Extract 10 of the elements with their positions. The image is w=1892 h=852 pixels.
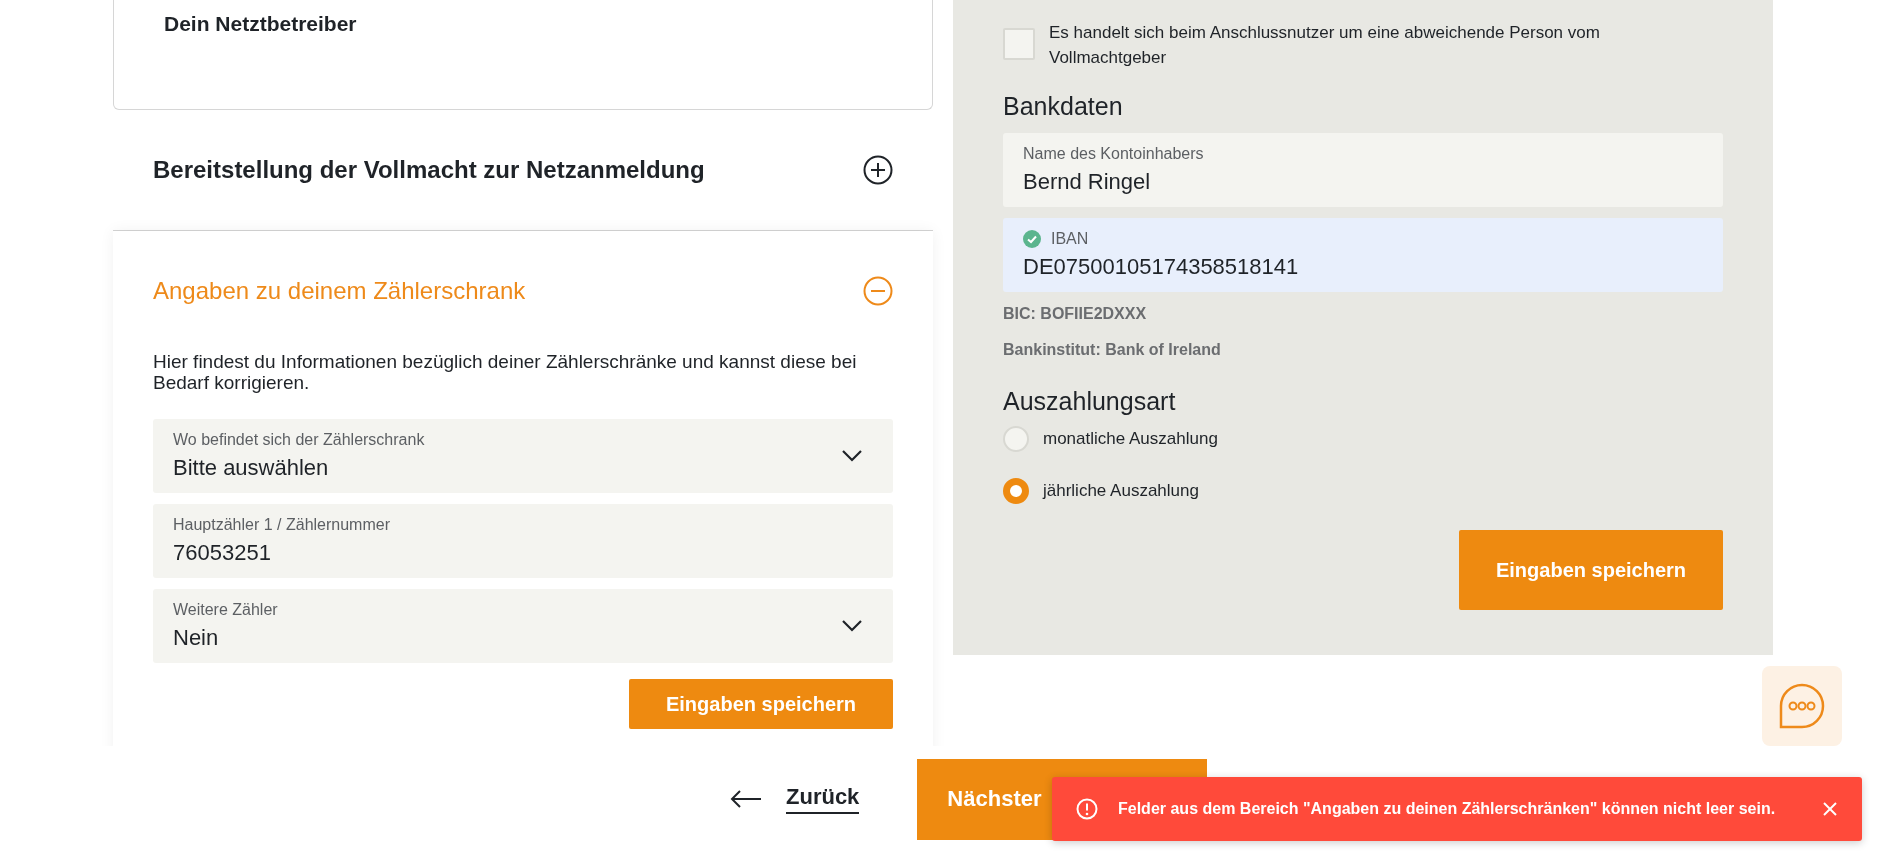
section-heading: Auszahlungsart — [1003, 387, 1177, 416]
bank-name-text: Bankinstitut: Bank of Ireland — [1003, 341, 1222, 359]
radio-label: jährliche Auszahlung — [1043, 481, 1199, 501]
section-description: Hier findest du Informationen bezüglich deiner Zählerschränke und kannst diese bei Bedarf korrigieren. — [153, 351, 858, 393]
error-message: Felder aus dem Bereich "Angaben zu deinen Zählerschränken" können nicht leer sein. — [1118, 800, 1777, 818]
bic-text: BIC: BOFIIE2DXXX — [1003, 305, 1148, 323]
section-heading: Bankdaten — [1003, 92, 1124, 121]
checkbox-label: Es handelt sich beim Anschlussnutzer um eine abweichende Person vom Vollmachtgeber — [1049, 22, 1601, 69]
operator-title: Dein Netztbetreiber — [164, 12, 357, 35]
radio-label: monatliche Auszahlung — [1043, 429, 1218, 449]
